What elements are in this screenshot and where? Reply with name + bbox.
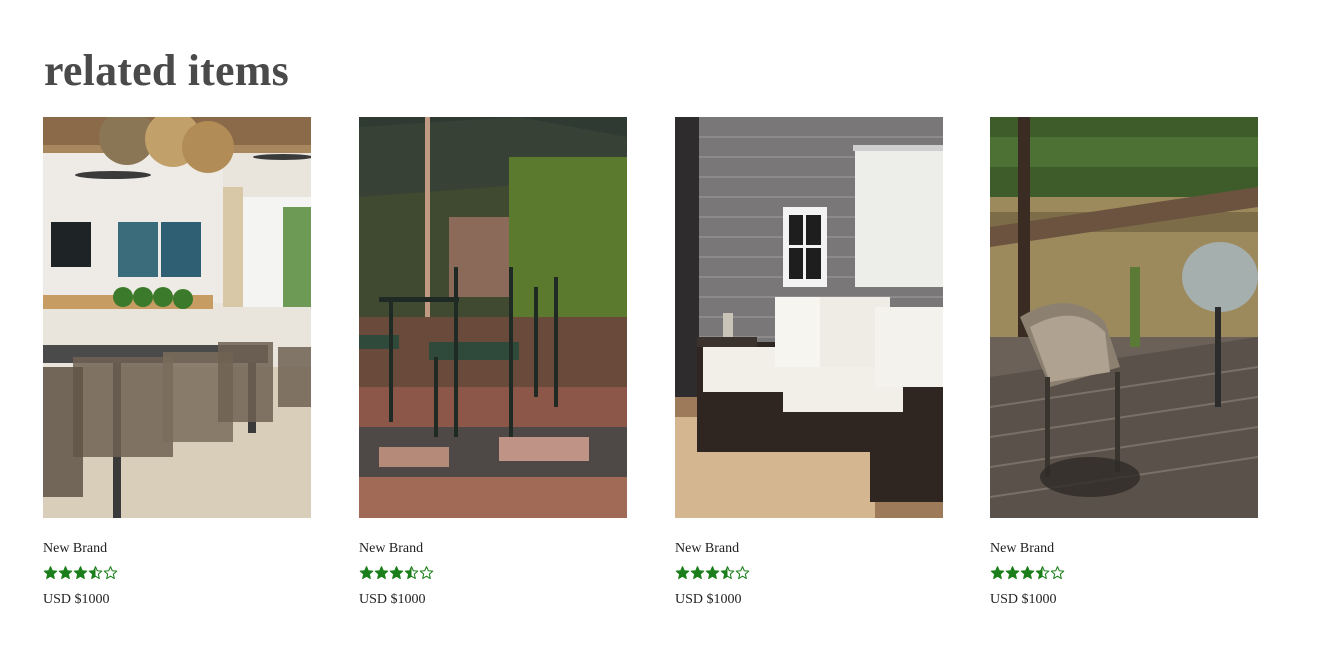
product-image[interactable] xyxy=(990,117,1258,518)
product-price: USD $1000 xyxy=(359,592,426,607)
related-items-grid: New Brand USD $1000 New Brand USD $1000 … xyxy=(43,117,1258,617)
section-title: related items xyxy=(44,46,289,95)
star-full-icon xyxy=(1005,566,1020,580)
star-full-icon xyxy=(705,566,720,580)
star-empty-icon xyxy=(103,566,118,580)
product-rating xyxy=(43,565,118,585)
star-empty-icon xyxy=(419,566,434,580)
star-full-icon xyxy=(990,566,1005,580)
star-full-icon xyxy=(389,566,404,580)
star-full-icon xyxy=(359,566,374,580)
product-card[interactable]: New Brand USD $1000 xyxy=(359,117,627,607)
product-rating xyxy=(359,565,434,585)
product-rating xyxy=(990,565,1065,585)
product-image[interactable] xyxy=(359,117,627,518)
product-card[interactable]: New Brand USD $1000 xyxy=(990,117,1258,607)
product-price: USD $1000 xyxy=(675,592,742,607)
product-image[interactable] xyxy=(43,117,311,518)
product-price: USD $1000 xyxy=(43,592,110,607)
product-brand[interactable]: New Brand xyxy=(359,541,423,557)
product-card[interactable]: New Brand USD $1000 xyxy=(675,117,943,607)
star-half-icon xyxy=(1035,566,1050,580)
product-price: USD $1000 xyxy=(990,592,1057,607)
product-brand[interactable]: New Brand xyxy=(990,541,1054,557)
product-brand[interactable]: New Brand xyxy=(675,541,739,557)
star-full-icon xyxy=(374,566,389,580)
star-full-icon xyxy=(690,566,705,580)
star-empty-icon xyxy=(735,566,750,580)
star-full-icon xyxy=(1020,566,1035,580)
star-full-icon xyxy=(43,566,58,580)
star-half-icon xyxy=(404,566,419,580)
product-brand[interactable]: New Brand xyxy=(43,541,107,557)
product-card[interactable]: New Brand USD $1000 xyxy=(43,117,311,607)
star-half-icon xyxy=(88,566,103,580)
star-full-icon xyxy=(58,566,73,580)
star-half-icon xyxy=(720,566,735,580)
star-empty-icon xyxy=(1050,566,1065,580)
product-image[interactable] xyxy=(675,117,943,518)
product-rating xyxy=(675,565,750,585)
star-full-icon xyxy=(73,566,88,580)
star-full-icon xyxy=(675,566,690,580)
